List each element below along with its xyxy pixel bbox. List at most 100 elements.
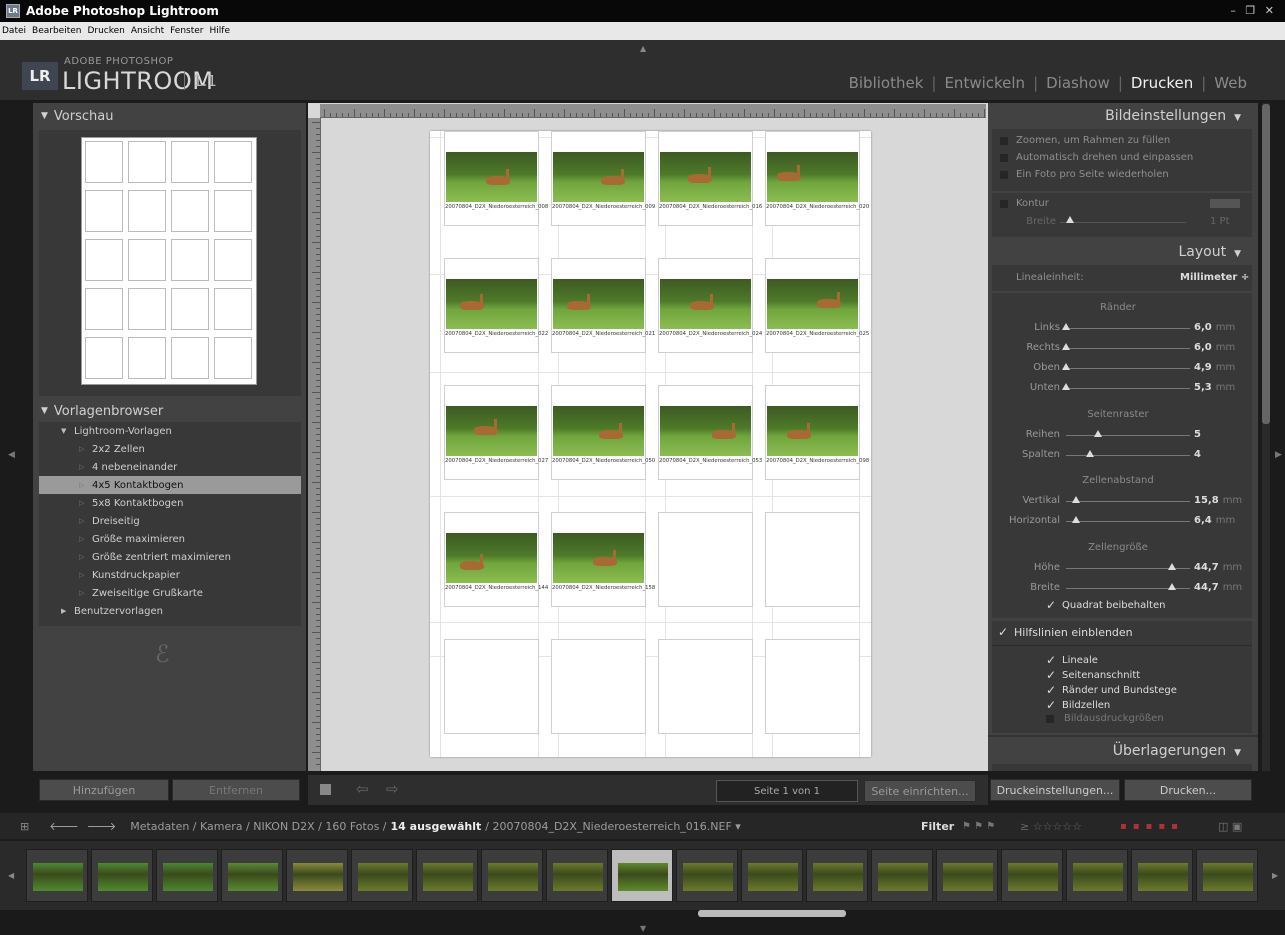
stroke-option[interactable]: Kontur — [1000, 198, 1049, 209]
scroll-thumb[interactable] — [1262, 104, 1270, 424]
checkbox-icon[interactable] — [1000, 136, 1008, 145]
template-folder-user[interactable]: ▶ Benutzervorlagen — [39, 602, 301, 620]
collapse-bottom-icon[interactable]: ▼ — [640, 924, 646, 933]
slider-thumb[interactable] — [1086, 450, 1094, 457]
image-cell[interactable]: 20070804_D2X_Niederoesterreich_050 — [551, 385, 655, 480]
stop-icon[interactable] — [320, 784, 331, 795]
image-cell[interactable]: 20070804_D2X_Niederoesterreich_022 — [444, 258, 548, 353]
filmstrip-thumbnail[interactable] — [1196, 849, 1258, 902]
slider-track[interactable] — [1066, 435, 1190, 436]
image-option[interactable]: Zoomen, um Rahmen zu füllen — [1000, 135, 1170, 146]
filmstrip-thumbnail[interactable] — [741, 849, 803, 902]
image-cell[interactable]: 20070804_D2X_Niederoesterreich_020 — [765, 131, 869, 226]
checkmark-icon[interactable]: ✓ — [1046, 653, 1056, 667]
preview-panel-header[interactable]: ▼ Vorschau — [33, 103, 306, 129]
filmstrip-thumbnail[interactable] — [91, 849, 153, 902]
menu-item[interactable]: Datei — [2, 26, 26, 36]
filmstrip-thumbnail[interactable] — [546, 849, 608, 902]
guide-option[interactable]: ✓ Lineale — [1046, 653, 1098, 667]
add-template-button[interactable]: Hinzufügen — [39, 779, 169, 801]
filmstrip-thumbnail[interactable] — [806, 849, 868, 902]
slider-thumb[interactable] — [1167, 583, 1176, 590]
template-item[interactable]: ▷ Kunstdruckpapier — [39, 566, 301, 584]
filmstrip-left-arrow-icon[interactable]: ◀ — [8, 871, 14, 880]
checkmark-icon[interactable]: ✓ — [1046, 683, 1056, 697]
menu-item[interactable]: Fenster — [170, 26, 203, 36]
image-cell[interactable]: 20070804_D2X_Niederoesterreich_027 — [444, 385, 548, 480]
menu-item[interactable]: Bearbeiten — [32, 26, 81, 36]
keep-square-option[interactable]: ✓ Quadrat beibehalten — [1046, 598, 1165, 612]
filmstrip-thumbnail[interactable] — [871, 849, 933, 902]
collapse-top-icon[interactable]: ▲ — [640, 44, 646, 53]
module-diashow[interactable]: Diashow — [1046, 74, 1110, 92]
checkbox-icon[interactable] — [1000, 199, 1008, 208]
source-path[interactable]: Metadaten / Kamera / NIKON D2X / 160 Fot… — [130, 820, 386, 833]
module-drucken[interactable]: Drucken — [1131, 74, 1193, 92]
image-cell[interactable]: 20070804_D2X_Niederoesterreich_021 — [551, 258, 655, 353]
color-label-filter-icon[interactable]: ▪▪▪▪▪ — [1120, 821, 1184, 832]
filmstrip-thumbnail[interactable] — [1131, 849, 1193, 902]
slider-thumb[interactable] — [1167, 563, 1176, 570]
slider-track[interactable] — [1066, 328, 1190, 329]
image-option[interactable]: Automatisch drehen und einpassen — [1000, 152, 1193, 163]
template-item[interactable]: ▷ 2x2 Zellen — [39, 440, 301, 458]
guide-option[interactable]: ✓ Seitenanschnitt — [1046, 668, 1140, 682]
arrow-right-icon[interactable]: ⇨ — [386, 780, 399, 798]
image-cell[interactable]: 20070804_D2X_Niederoesterreich_009 — [551, 131, 655, 226]
guide-option[interactable]: ✓ Ränder und Bundstege — [1046, 683, 1177, 697]
show-guides-option[interactable]: ✓ Hilfslinien einblenden — [998, 625, 1133, 639]
layout-header[interactable]: Layout ▼ — [988, 239, 1253, 265]
print-settings-button[interactable]: Druckeinstellungen... — [990, 779, 1120, 801]
checkbox-icon[interactable] — [1000, 153, 1008, 162]
menu-item[interactable]: Ansicht — [131, 26, 164, 36]
checkbox-icon[interactable] — [1000, 170, 1008, 179]
overlays-header[interactable]: Überlagerungen ▼ — [988, 738, 1253, 764]
forward-arrow-icon[interactable]: 🡒 — [87, 819, 117, 833]
filmstrip-thumbnail[interactable] — [221, 849, 283, 902]
template-browser-header[interactable]: ▼ Vorlagenbrowser — [33, 398, 306, 424]
print-button[interactable]: Drucken... — [1124, 779, 1252, 801]
filmstrip-thumbnail[interactable] — [611, 849, 673, 902]
filmstrip-thumbnail[interactable] — [1001, 849, 1063, 902]
template-item[interactable]: ▷ 5x8 Kontaktbogen — [39, 494, 301, 512]
image-cell[interactable]: 20070804_D2X_Niederoesterreich_024 — [658, 258, 762, 353]
active-file[interactable]: / 20070804_D2X_Niederoesterreich_016.NEF… — [485, 820, 741, 833]
filmstrip-thumbnail[interactable] — [416, 849, 478, 902]
checkbox-icon[interactable] — [1046, 714, 1054, 723]
image-cell[interactable]: 20070804_D2X_Niederoesterreich_144 — [444, 512, 548, 607]
slider-track[interactable] — [1066, 455, 1190, 456]
filmstrip-scroll-thumb[interactable] — [698, 910, 846, 917]
image-cell[interactable]: 20070804_D2X_Niederoesterreich_158 — [551, 512, 655, 607]
slider-thumb[interactable] — [1062, 383, 1070, 390]
remove-template-button[interactable]: Entfernen — [172, 779, 300, 801]
ruler-unit-dropdown[interactable]: Millimeter ÷ — [1180, 272, 1249, 283]
filmstrip-thumbnail[interactable] — [1066, 849, 1128, 902]
filmstrip-thumbnail[interactable] — [26, 849, 88, 902]
slider-thumb[interactable] — [1071, 496, 1080, 503]
slider-track[interactable] — [1066, 388, 1190, 389]
image-cell[interactable]: 20070804_D2X_Niederoesterreich_016 — [658, 131, 762, 226]
slider-track[interactable] — [1066, 521, 1190, 522]
collapse-right-icon[interactable]: ▶ — [1275, 450, 1282, 460]
slider-thumb[interactable] — [1062, 363, 1070, 370]
module-bibliothek[interactable]: Bibliothek — [849, 74, 924, 92]
filmstrip-right-arrow-icon[interactable]: ▶ — [1272, 871, 1278, 880]
slider-track[interactable] — [1066, 368, 1190, 369]
checkmark-icon[interactable]: ✓ — [1046, 598, 1056, 612]
arrow-left-icon[interactable]: ⇦ — [356, 780, 369, 798]
slider-track[interactable] — [1060, 222, 1186, 223]
menu-item[interactable]: Drucken — [87, 26, 124, 36]
image-cell[interactable]: 20070804_D2X_Niederoesterreich_098 — [765, 385, 869, 480]
page-setup-button[interactable]: Seite einrichten... — [864, 780, 976, 802]
filmstrip-thumbnail[interactable] — [156, 849, 218, 902]
template-folder-lightroom[interactable]: ▼ Lightroom-Vorlagen — [39, 422, 301, 440]
module-web[interactable]: Web — [1214, 74, 1247, 92]
module-entwickeln[interactable]: Entwickeln — [944, 74, 1025, 92]
slider-track[interactable] — [1066, 501, 1190, 502]
checkmark-icon[interactable]: ✓ — [1046, 698, 1056, 712]
slider-track[interactable] — [1066, 348, 1190, 349]
slider-thumb[interactable] — [1094, 430, 1103, 437]
filmstrip-thumbnail[interactable] — [676, 849, 738, 902]
filter-toggle-icon[interactable]: ◫ ▣ — [1218, 820, 1242, 833]
checkmark-icon[interactable]: ✓ — [998, 625, 1008, 639]
